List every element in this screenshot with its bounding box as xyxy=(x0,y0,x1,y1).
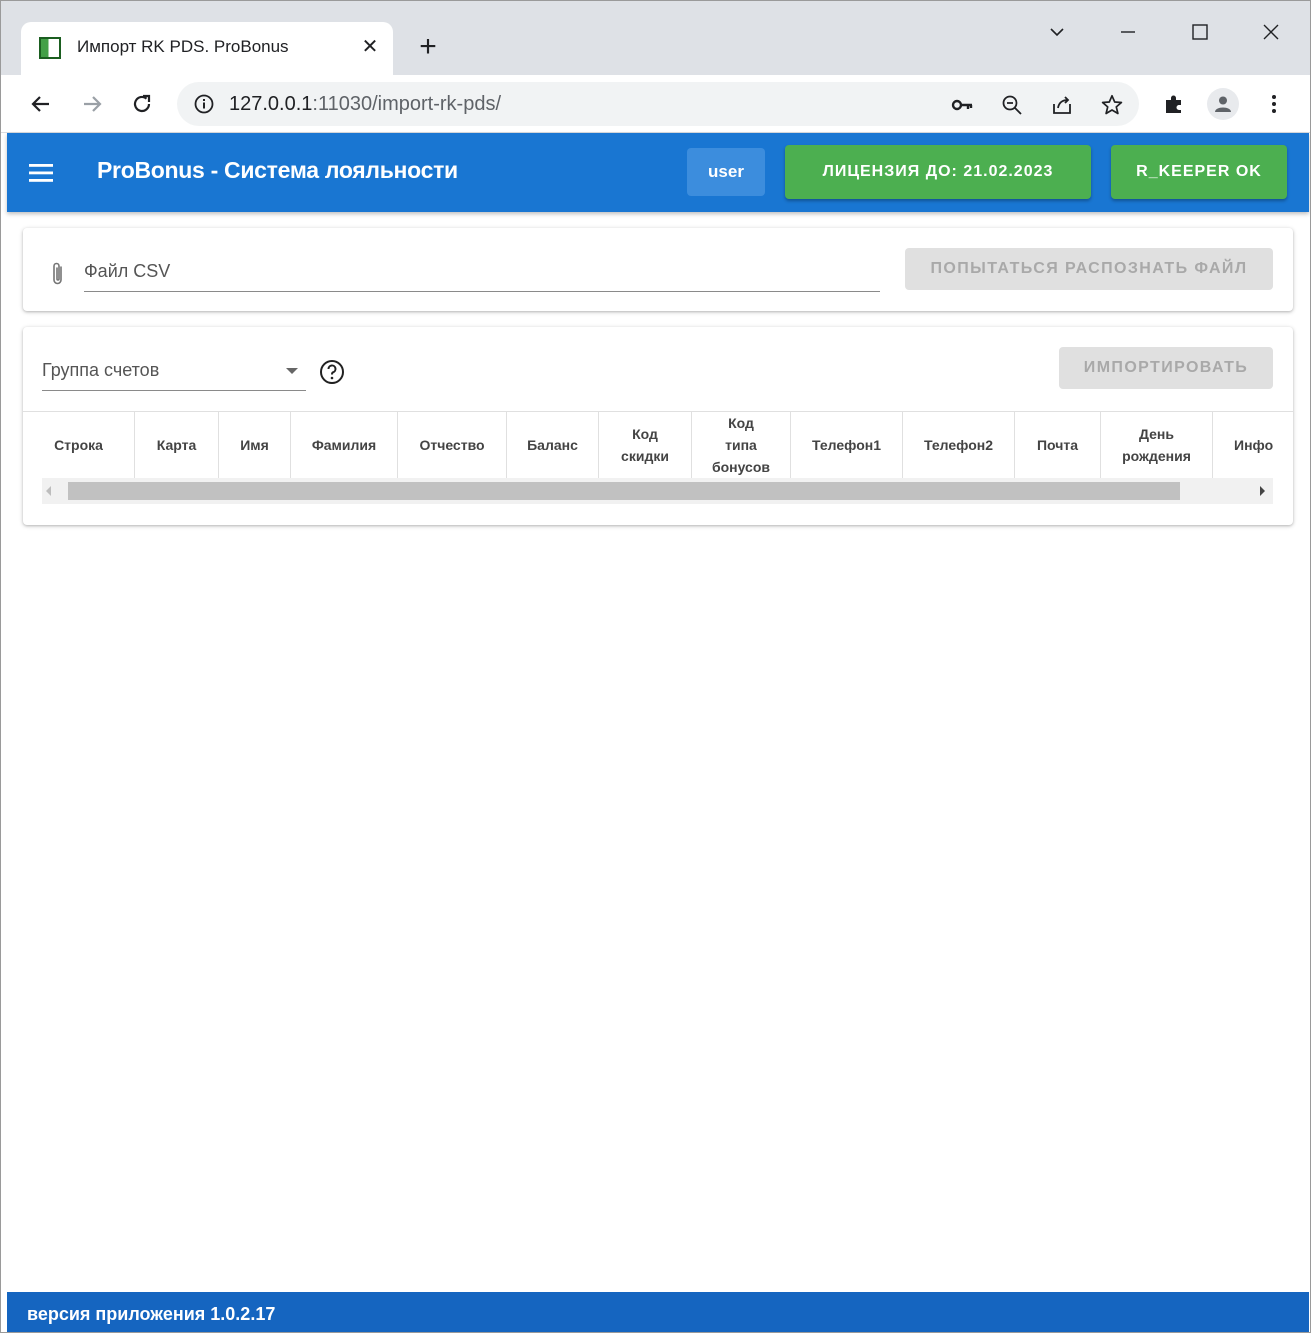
paperclip-icon[interactable] xyxy=(49,261,67,285)
app-header: ProBonus - Система лояльности user ЛИЦЕН… xyxy=(7,133,1309,212)
forward-icon[interactable] xyxy=(76,88,108,120)
horizontal-scrollbar[interactable] xyxy=(42,478,1273,504)
scrollbar-thumb[interactable] xyxy=(68,482,1180,500)
close-tab-icon[interactable]: ✕ xyxy=(357,34,383,60)
column-header[interactable]: Имя xyxy=(219,412,291,478)
csv-file-input[interactable]: Файл CSV xyxy=(84,256,880,292)
url-path: :11030/import-rk-pds/ xyxy=(312,93,502,115)
tab-search-icon[interactable] xyxy=(1037,15,1077,49)
address-bar[interactable]: 127.0.0.1:11030/import-rk-pds/ xyxy=(177,82,1139,126)
hamburger-menu-icon[interactable] xyxy=(27,160,57,186)
rkeeper-status-button[interactable]: R_KEEPER OK xyxy=(1111,145,1287,199)
column-header[interactable]: Карта xyxy=(135,412,219,478)
profile-avatar-icon[interactable] xyxy=(1207,88,1239,120)
file-card: Файл CSV ПОПЫТАТЬСЯ РАСПОЗНАТЬ ФАЙЛ xyxy=(23,228,1293,311)
column-header[interactable]: Код типа бонусов xyxy=(692,412,791,478)
account-group-label: Группа счетов xyxy=(42,360,160,380)
zoom-out-icon[interactable] xyxy=(1000,93,1024,117)
browser-toolbar: 127.0.0.1:11030/import-rk-pds/ xyxy=(1,75,1310,133)
recognize-file-button[interactable]: ПОПЫТАТЬСЯ РАСПОЗНАТЬ ФАЙЛ xyxy=(905,248,1273,290)
column-header[interactable]: Отчество xyxy=(398,412,507,478)
import-table: Строка Карта Имя Фамилия Отчество Баланс… xyxy=(23,411,1293,507)
back-icon[interactable] xyxy=(25,88,57,120)
site-info-icon[interactable] xyxy=(193,93,215,115)
scroll-left-icon[interactable] xyxy=(46,486,51,496)
maximize-icon[interactable] xyxy=(1180,15,1220,49)
column-header[interactable]: Инфо xyxy=(1213,412,1293,478)
tab-strip: Импорт RK PDS. ProBonus ✕ + xyxy=(1,1,1310,75)
reload-icon[interactable] xyxy=(126,88,158,120)
app-footer: версия приложения 1.0.2.17 xyxy=(7,1292,1309,1332)
help-icon[interactable] xyxy=(319,359,345,385)
browser-tab[interactable]: Импорт RK PDS. ProBonus ✕ xyxy=(21,22,393,75)
url-host: 127.0.0.1 xyxy=(229,93,313,115)
bookmark-star-icon[interactable] xyxy=(1100,93,1124,117)
minimize-icon[interactable] xyxy=(1108,15,1148,49)
url-text[interactable]: 127.0.0.1:11030/import-rk-pds/ xyxy=(229,93,501,116)
column-header[interactable]: День рождения xyxy=(1101,412,1213,478)
new-tab-icon[interactable]: + xyxy=(413,32,443,63)
user-button[interactable]: user xyxy=(687,148,765,196)
tab-title: Импорт RK PDS. ProBonus xyxy=(77,37,289,56)
csv-file-label: Файл CSV xyxy=(84,261,171,281)
scroll-right-icon[interactable] xyxy=(1260,486,1265,496)
version-text: версия приложения 1.0.2.17 xyxy=(27,1304,276,1324)
column-header[interactable]: Телефон1 xyxy=(791,412,903,478)
column-header[interactable]: Телефон2 xyxy=(903,412,1015,478)
account-group-select[interactable]: Группа счетов xyxy=(42,353,306,391)
share-icon[interactable] xyxy=(1050,93,1074,117)
import-button[interactable]: ИМПОРТИРОВАТЬ xyxy=(1059,347,1273,389)
favicon-icon xyxy=(39,37,61,59)
extensions-icon[interactable] xyxy=(1158,88,1190,120)
key-icon[interactable] xyxy=(950,93,974,117)
close-window-icon[interactable] xyxy=(1251,15,1291,49)
dropdown-arrow-icon xyxy=(286,368,298,374)
column-header[interactable]: Строка xyxy=(23,412,135,478)
import-card: Группа счетов ИМПОРТИРОВАТЬ Строка Карта… xyxy=(23,327,1293,525)
column-header[interactable]: Код скидки xyxy=(599,412,692,478)
column-header[interactable]: Баланс xyxy=(507,412,599,478)
license-button[interactable]: ЛИЦЕНЗИЯ ДО: 21.02.2023 xyxy=(785,145,1091,199)
browser-window: Импорт RK PDS. ProBonus ✕ + 127.0.0.1:11… xyxy=(0,0,1311,1333)
table-header: Строка Карта Имя Фамилия Отчество Баланс… xyxy=(23,411,1293,478)
app-title: ProBonus - Система лояльности xyxy=(97,157,458,183)
browser-menu-icon[interactable] xyxy=(1258,88,1290,120)
column-header[interactable]: Почта xyxy=(1015,412,1101,478)
column-header[interactable]: Фамилия xyxy=(291,412,398,478)
